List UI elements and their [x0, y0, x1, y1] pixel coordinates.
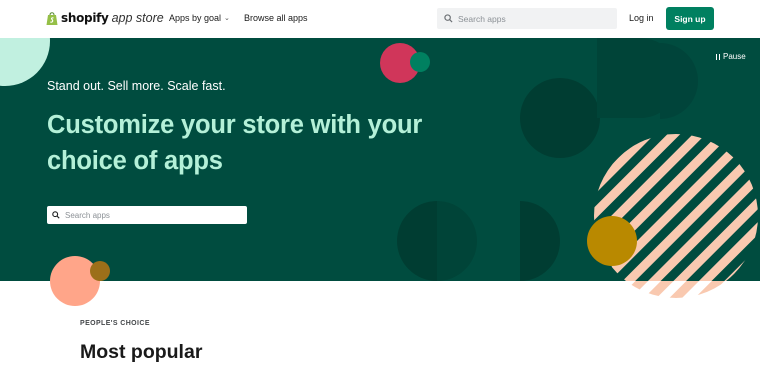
logo-subtitle: app store	[111, 11, 164, 25]
hero-headline: Customize your store with your choice of…	[47, 111, 423, 175]
hero-search-input[interactable]	[65, 210, 235, 220]
search-icon	[444, 14, 453, 23]
browse-all-apps-link[interactable]: Browse all apps	[244, 13, 308, 23]
shopify-bag-icon	[46, 11, 58, 25]
green-circle-shape	[410, 52, 430, 72]
search-icon	[52, 211, 60, 219]
log-in-link[interactable]: Log in	[629, 13, 654, 23]
top-nav: shopify app store Apps by goal ⌄ Browse a…	[0, 0, 760, 38]
nav-search-box[interactable]	[437, 8, 617, 29]
logo-wordmark: shopify	[61, 11, 109, 25]
section-title: Most popular	[80, 341, 203, 363]
hero-banner: Pause Stand out. Sell more. Scale fast. …	[0, 38, 760, 281]
nav-search-input[interactable]	[458, 13, 608, 24]
shopify-app-store-logo[interactable]: shopify app store	[46, 9, 164, 27]
apps-by-goal-menu[interactable]: Apps by goal ⌄	[169, 13, 230, 23]
sign-up-button[interactable]: Sign up	[666, 7, 714, 30]
mint-circle-shape	[0, 38, 50, 86]
hero-search-box[interactable]	[47, 206, 247, 224]
dark-circle-shape	[520, 78, 600, 158]
gold-circle-shape	[587, 216, 637, 266]
section-eyebrow: PEOPLE'S CHOICE	[80, 320, 150, 327]
pause-label: Pause	[723, 52, 746, 61]
hero-kicker: Stand out. Sell more. Scale fast.	[47, 79, 226, 93]
pause-icon	[716, 53, 720, 60]
apps-by-goal-label: Apps by goal	[169, 13, 222, 23]
chevron-down-icon: ⌄	[224, 15, 230, 22]
pause-button[interactable]: Pause	[716, 52, 746, 61]
